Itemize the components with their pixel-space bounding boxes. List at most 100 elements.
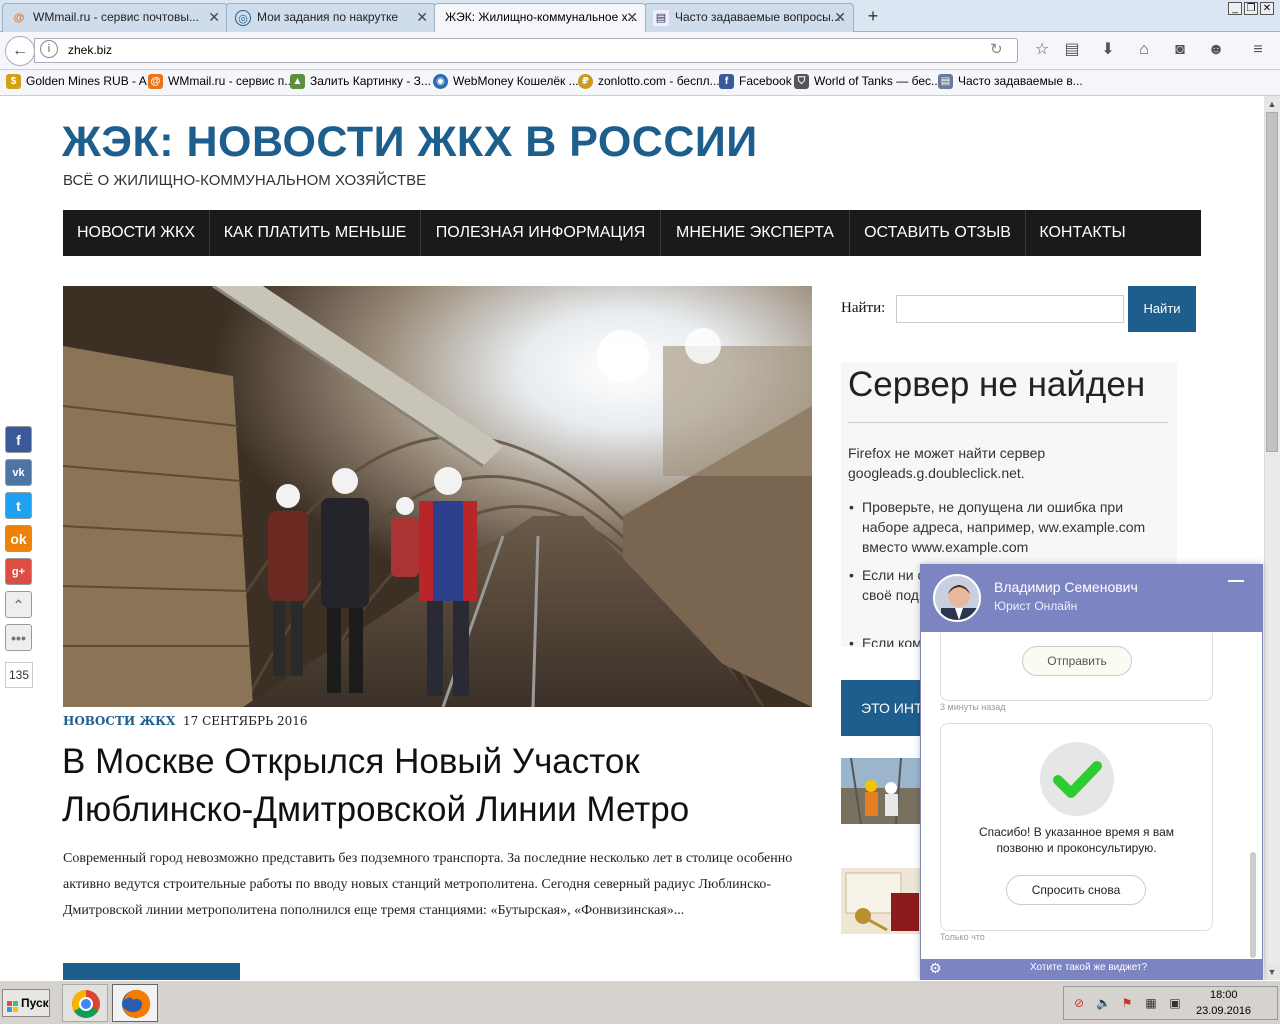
url-bar[interactable] <box>34 38 1018 63</box>
site-tagline: ВСЁ О ЖИЛИЩНО-КОММУНАЛЬНОМ ХОЗЯЙСТВЕ <box>63 172 427 189</box>
post-category-link[interactable]: НОВОСТИ ЖКХ <box>63 714 175 728</box>
send-button[interactable]: Отправить <box>1022 646 1132 676</box>
chrome-icon <box>72 990 100 1018</box>
reading-list-icon[interactable]: ▤ <box>1062 40 1082 60</box>
menu-icon[interactable]: ≡ <box>1248 40 1268 60</box>
clock-time[interactable]: 18:00 <box>1210 989 1238 1001</box>
share-count: 135 <box>5 662 33 688</box>
flag-icon[interactable]: ⚑ <box>1120 996 1134 1010</box>
minimize-chat-icon[interactable] <box>1228 580 1244 582</box>
search-button[interactable]: Найти <box>1128 286 1196 332</box>
bookmark-label: WMmail.ru - сервис п... <box>168 74 295 88</box>
nav-expert-opinion[interactable]: МНЕНИЕ ЭКСПЕРТА <box>661 210 850 256</box>
clock-date[interactable]: 23.09.2016 <box>1196 1005 1251 1017</box>
scrollbar-thumb[interactable] <box>1266 112 1278 452</box>
chat-scrollbar[interactable] <box>1250 852 1256 958</box>
firefox-icon <box>122 989 150 1018</box>
maximize-button[interactable]: ❐ <box>1244 2 1258 15</box>
reload-icon[interactable]: ↻ <box>990 40 1003 58</box>
document-icon: ▤ <box>653 10 669 26</box>
nav-pay-less[interactable]: КАК ПЛАТИТЬ МЕНЬШЕ <box>210 210 421 256</box>
tab-wmmail[interactable]: @ WMmail.ru - сервис почтовы... ✕ <box>2 3 228 32</box>
widget-promo-link[interactable]: Хотите такой же виджет? <box>1030 962 1147 973</box>
twitter-share-icon[interactable]: t <box>5 492 32 519</box>
network-icon[interactable]: ▦ <box>1144 996 1158 1010</box>
new-tab-button[interactable]: + <box>862 5 884 27</box>
construction-workers-image <box>841 758 921 824</box>
confirmation-text: Спасибо! В указанное время я вам позвоню… <box>978 825 1175 855</box>
post-date: 17 СЕНТЯБРЬ 2016 <box>183 714 308 728</box>
facebook-icon: f <box>719 74 734 89</box>
tab-label: Часто задаваемые вопросы... <box>675 10 841 24</box>
search-input[interactable] <box>896 295 1124 323</box>
bookmark-faq[interactable]: ▤ Часто задаваемые в... <box>938 74 1083 89</box>
facebook-share-icon[interactable]: f <box>5 426 32 453</box>
chrome-taskbar-button[interactable] <box>62 984 108 1022</box>
googleplus-share-icon[interactable]: g+ <box>5 558 32 585</box>
bookmark-webmoney[interactable]: ◉ WebMoney Кошелёк ... <box>433 74 579 89</box>
bookmark-label: World of Tanks — бес... <box>814 74 942 88</box>
scroll-top-icon[interactable]: ⌃ <box>5 591 32 618</box>
close-tab-icon[interactable]: ✕ <box>416 4 428 31</box>
nav-contacts[interactable]: КОНТАКТЫ <box>1026 210 1139 256</box>
close-window-button[interactable]: ✕ <box>1260 2 1274 15</box>
close-tab-icon[interactable]: ✕ <box>208 4 220 31</box>
bookmark-facebook[interactable]: f Facebook <box>719 74 792 89</box>
start-button[interactable]: Пуск <box>2 989 50 1017</box>
more-share-icon[interactable]: ••• <box>5 624 32 651</box>
check-icon <box>1040 742 1114 816</box>
bookmark-world-of-tanks[interactable]: ⛉ World of Tanks — бес... <box>794 74 942 89</box>
url-text[interactable]: zhek.biz <box>68 43 112 57</box>
scroll-down-arrow[interactable]: ▼ <box>1264 964 1280 980</box>
shield-icon: ⛉ <box>794 74 809 89</box>
nav-leave-review[interactable]: ОСТАВИТЬ ОТЗЫВ <box>850 210 1026 256</box>
error-message: Firefox не может найти сервер googleads.… <box>848 445 1046 481</box>
bookmark-image-upload[interactable]: ▲ Залить Картинку - З... <box>290 74 431 89</box>
sidebar-thumbnail-documents[interactable] <box>841 868 921 934</box>
agent-name: Владимир Семенович <box>994 579 1138 595</box>
close-tab-icon[interactable]: ✕ <box>834 4 846 31</box>
vk-share-icon[interactable]: vk <box>5 459 32 486</box>
wmmail-icon: @ <box>13 12 25 24</box>
post-excerpt: Современный город невозможно представить… <box>63 851 793 918</box>
firefox-taskbar-button[interactable] <box>112 984 158 1022</box>
tab-tasks[interactable]: ◎ Мои задания по накрутке ✕ <box>226 3 436 32</box>
ask-again-button[interactable]: Спросить снова <box>1006 875 1146 905</box>
bookmark-label: Facebook <box>739 74 792 88</box>
bookmark-golden-mines[interactable]: $ Golden Mines RUB - A... <box>6 74 157 89</box>
pocket-icon[interactable]: ◙ <box>1170 40 1190 60</box>
display-icon[interactable]: ▣ <box>1168 996 1182 1010</box>
bookmark-star-icon[interactable]: ☆ <box>1032 40 1052 60</box>
download-icon[interactable]: ⬇ <box>1098 40 1118 60</box>
image-icon: ▲ <box>290 74 305 89</box>
nav-news[interactable]: НОВОСТИ ЖКХ <box>63 210 210 256</box>
post-hero-image[interactable] <box>63 286 812 707</box>
minimize-button[interactable]: _ <box>1228 2 1242 15</box>
info-icon[interactable]: i <box>40 40 58 58</box>
start-label: Пуск <box>21 996 49 1010</box>
document-icon: ▤ <box>938 74 953 89</box>
bookmark-wmmail[interactable]: @ WMmail.ru - сервис п... <box>148 74 295 89</box>
site-title[interactable]: ЖЭК: НОВОСТИ ЖКХ В РОССИИ <box>62 118 758 167</box>
search-label: Найти: <box>841 300 886 316</box>
coin-icon: $ <box>6 74 21 89</box>
nav-useful-info[interactable]: ПОЛЕЗНАЯ ИНФОРМАЦИЯ <box>421 210 661 256</box>
close-tab-icon[interactable]: ✕ <box>626 4 638 31</box>
bookmark-label: Часто задаваемые в... <box>958 74 1083 88</box>
gear-icon[interactable]: ⚙ <box>929 960 942 977</box>
antivirus-icon[interactable]: ⊘ <box>1072 996 1086 1010</box>
sidebar-thumbnail-workers[interactable] <box>841 758 921 824</box>
volume-icon[interactable]: 🔈 <box>1096 996 1111 1010</box>
tab-zhek[interactable]: ЖЭК: Жилищно-коммунальное х... ✕ <box>434 3 646 32</box>
home-icon[interactable]: ⌂ <box>1134 40 1154 60</box>
error-list-item: Проверьте, не допущена ли ошибка при наб… <box>849 497 1172 557</box>
chat-icon[interactable]: ☻ <box>1206 40 1226 60</box>
odnoklassniki-share-icon[interactable]: ok <box>5 525 32 552</box>
bookmark-zonlotto[interactable]: ₽ zonlotto.com - беспл... <box>578 74 720 89</box>
scroll-up-arrow[interactable]: ▲ <box>1264 96 1280 112</box>
tab-faq[interactable]: ▤ Часто задаваемые вопросы... ✕ <box>644 3 854 32</box>
agent-role: Юрист Онлайн <box>994 599 1078 613</box>
back-button[interactable]: ← <box>5 36 35 66</box>
post-title[interactable]: В Москве Открылся Новый Участок Люблинск… <box>62 738 822 834</box>
message-timestamp: 3 минуты назад <box>940 702 1006 712</box>
